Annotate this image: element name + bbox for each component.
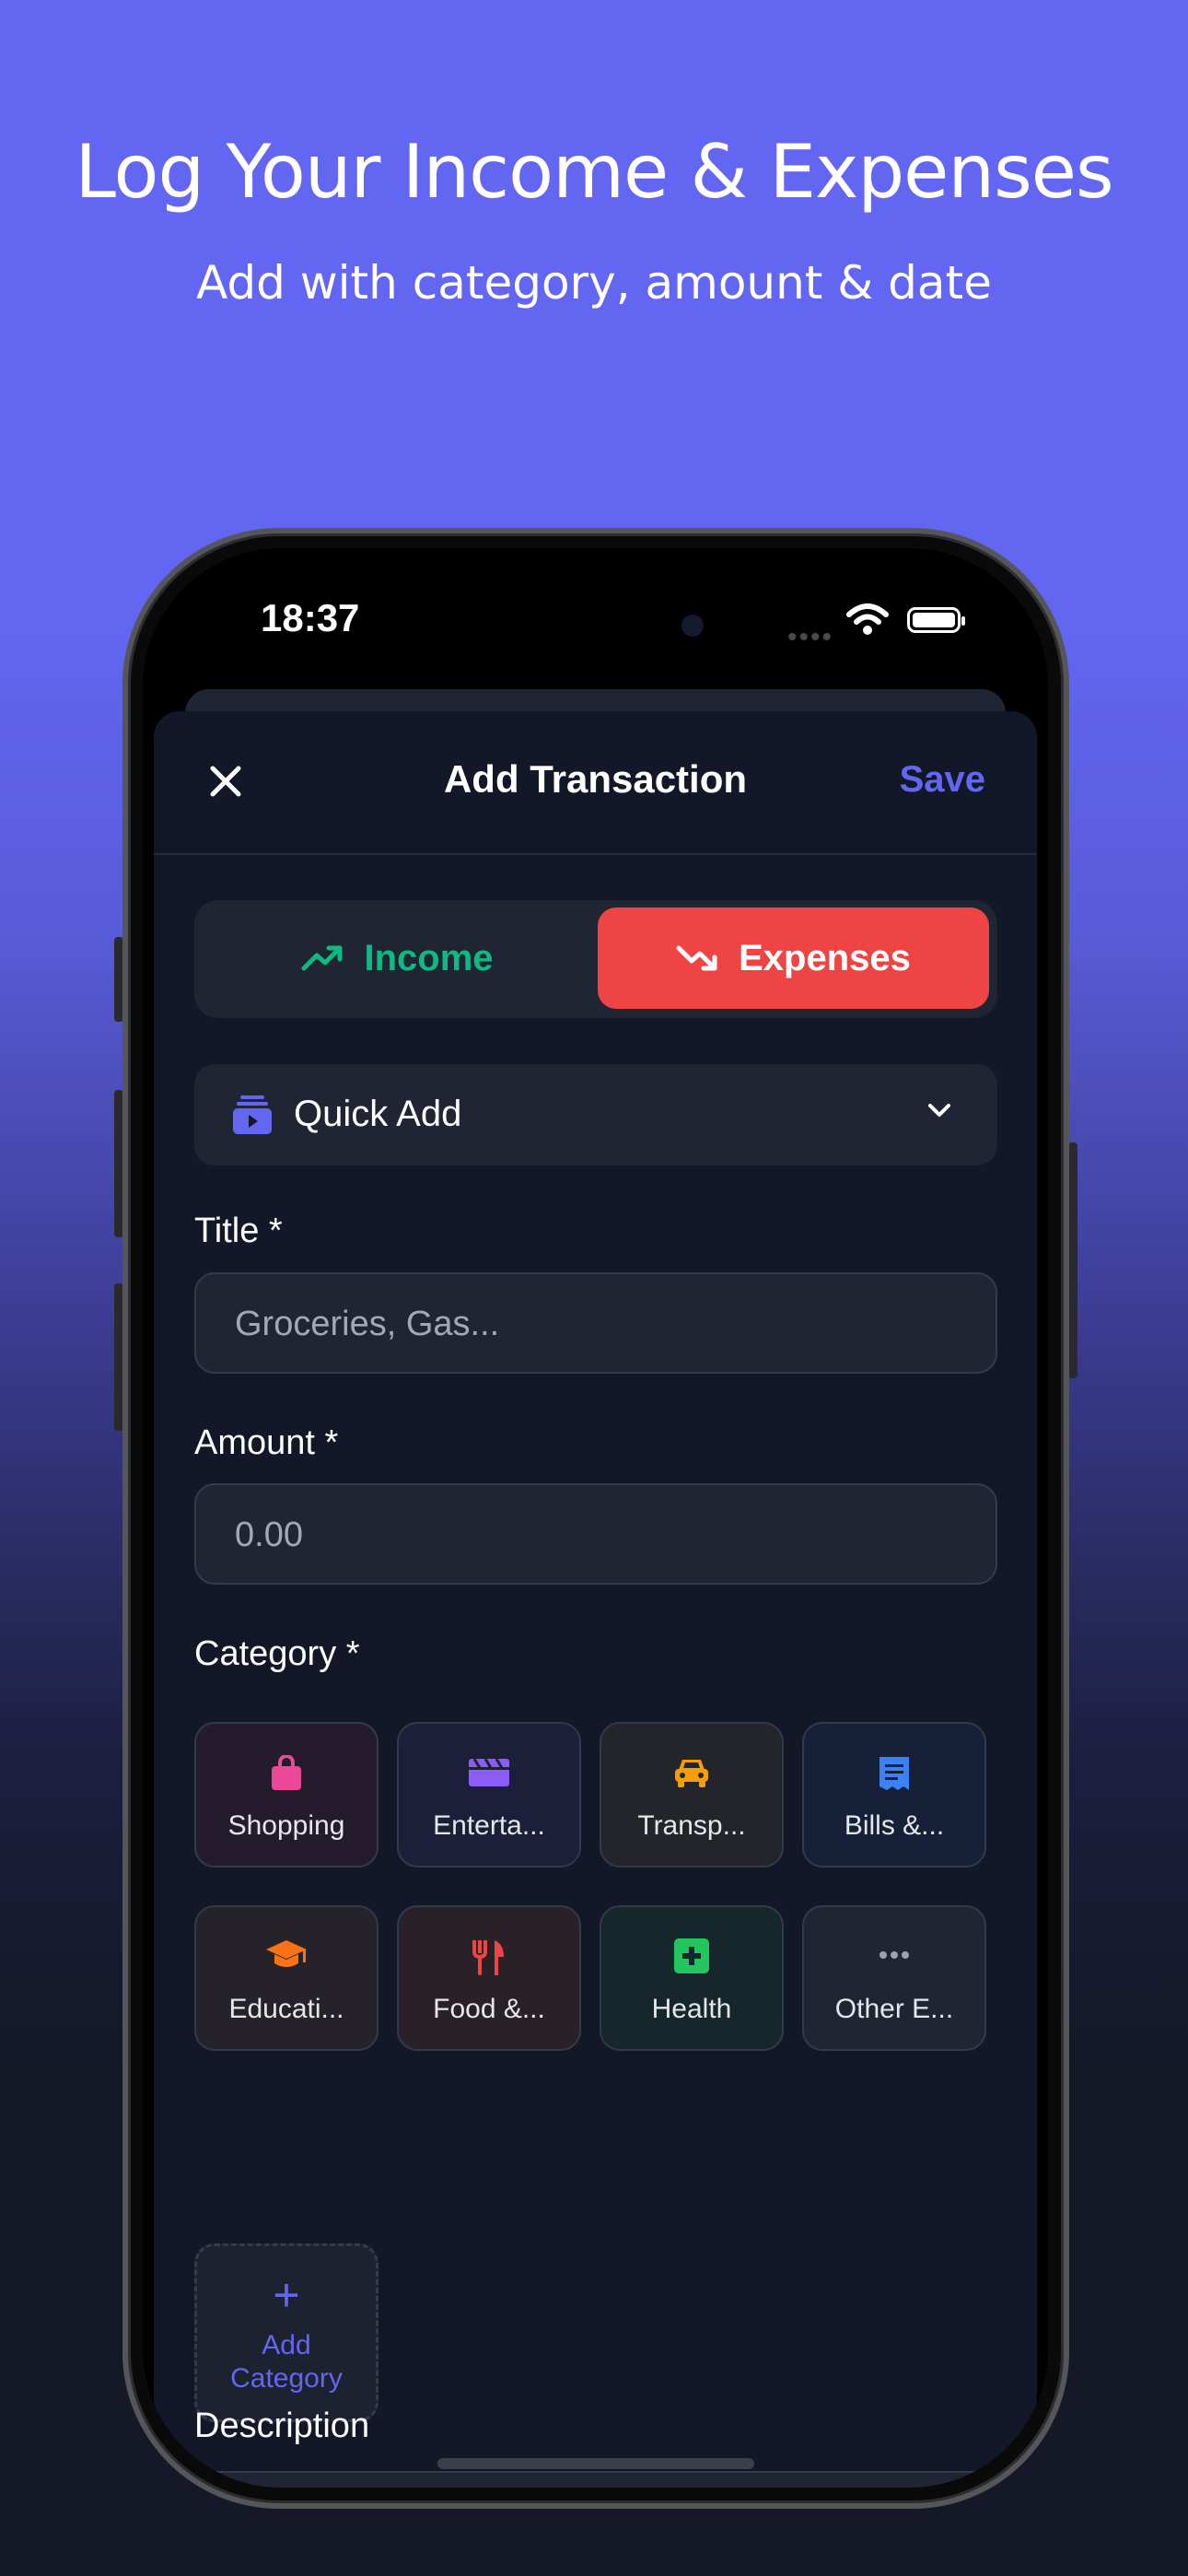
trending-up-icon bbox=[301, 945, 343, 971]
hero-title: Log Your Income & Expenses bbox=[75, 129, 1113, 215]
add-category-button[interactable]: + Add Category bbox=[194, 2243, 379, 2422]
cellular-signal-icon: •••• bbox=[787, 622, 834, 652]
amount-placeholder: 0.00 bbox=[235, 1516, 303, 1554]
category-label: Other E... bbox=[834, 1994, 954, 2024]
title-label: Title * bbox=[194, 1212, 283, 1250]
trending-down-icon bbox=[676, 945, 717, 971]
clapperboard-icon bbox=[469, 1758, 509, 1786]
category-label: Shopping bbox=[227, 1810, 345, 1841]
add-category-line2: Category bbox=[230, 2363, 343, 2394]
category-label: Enterta... bbox=[433, 1810, 545, 1841]
category-label: Bills &... bbox=[844, 1810, 945, 1841]
category-health[interactable]: Health bbox=[600, 1905, 784, 2051]
wifi-icon bbox=[846, 603, 889, 635]
status-bar: 18:37 •••• bbox=[143, 548, 1048, 677]
category-entertainment[interactable]: Enterta... bbox=[397, 1722, 581, 1868]
expenses-tab[interactable]: Expenses bbox=[598, 907, 989, 1009]
description-label: Description bbox=[194, 2406, 370, 2445]
title-input[interactable]: Groceries, Gas... bbox=[194, 1272, 997, 1374]
category-other[interactable]: Other E... bbox=[802, 1905, 986, 2051]
description-input[interactable] bbox=[194, 2471, 997, 2488]
graduation-cap-icon bbox=[266, 1940, 307, 1967]
car-icon bbox=[675, 1760, 708, 1787]
title-placeholder: Groceries, Gas... bbox=[235, 1305, 500, 1343]
shopping-bag-icon bbox=[272, 1755, 301, 1790]
more-dots-icon bbox=[879, 1951, 909, 1959]
fork-knife-icon bbox=[472, 1940, 504, 1975]
category-label: Food &... bbox=[433, 1994, 545, 2024]
quick-add-icon bbox=[233, 1095, 272, 1134]
category-label: Transp... bbox=[637, 1810, 746, 1841]
medical-cross-icon bbox=[674, 1938, 709, 1973]
front-camera bbox=[681, 615, 704, 637]
amount-input[interactable]: 0.00 bbox=[194, 1483, 997, 1585]
category-shopping[interactable]: Shopping bbox=[194, 1722, 379, 1868]
category-education[interactable]: Educati... bbox=[194, 1905, 379, 2051]
phone-screen: 18:37 •••• Add Transaction Save Income E… bbox=[143, 548, 1048, 2488]
category-label: Educati... bbox=[228, 1994, 344, 2024]
category-label: Category * bbox=[194, 1634, 360, 1673]
add-category-line1: Add bbox=[262, 2330, 311, 2360]
income-tab[interactable]: Income bbox=[202, 907, 593, 1009]
phone-power-button bbox=[1068, 1142, 1077, 1378]
chevron-down-icon bbox=[928, 1104, 950, 1117]
status-time: 18:37 bbox=[261, 596, 360, 639]
expenses-tab-label: Expenses bbox=[739, 937, 911, 978]
amount-label: Amount * bbox=[194, 1423, 339, 1462]
sheet-header: Add Transaction Save bbox=[154, 711, 1037, 855]
quick-add-label: Quick Add bbox=[294, 1094, 462, 1134]
plus-icon: + bbox=[273, 2269, 300, 2321]
hero-subtitle: Add with category, amount & date bbox=[196, 256, 992, 310]
battery-icon bbox=[907, 607, 965, 633]
income-tab-label: Income bbox=[364, 937, 494, 978]
add-transaction-sheet: Add Transaction Save Income Expenses Qui… bbox=[154, 711, 1037, 2488]
quick-add-dropdown[interactable]: Quick Add bbox=[194, 1064, 997, 1165]
category-bills[interactable]: Bills &... bbox=[802, 1722, 986, 1868]
category-food[interactable]: Food &... bbox=[397, 1905, 581, 2051]
home-indicator[interactable] bbox=[437, 2458, 754, 2469]
save-button[interactable]: Save bbox=[900, 759, 985, 801]
category-transport[interactable]: Transp... bbox=[600, 1722, 784, 1868]
receipt-icon bbox=[879, 1757, 909, 1790]
category-label: Health bbox=[651, 1994, 732, 2024]
transaction-type-toggle: Income Expenses bbox=[194, 900, 997, 1018]
